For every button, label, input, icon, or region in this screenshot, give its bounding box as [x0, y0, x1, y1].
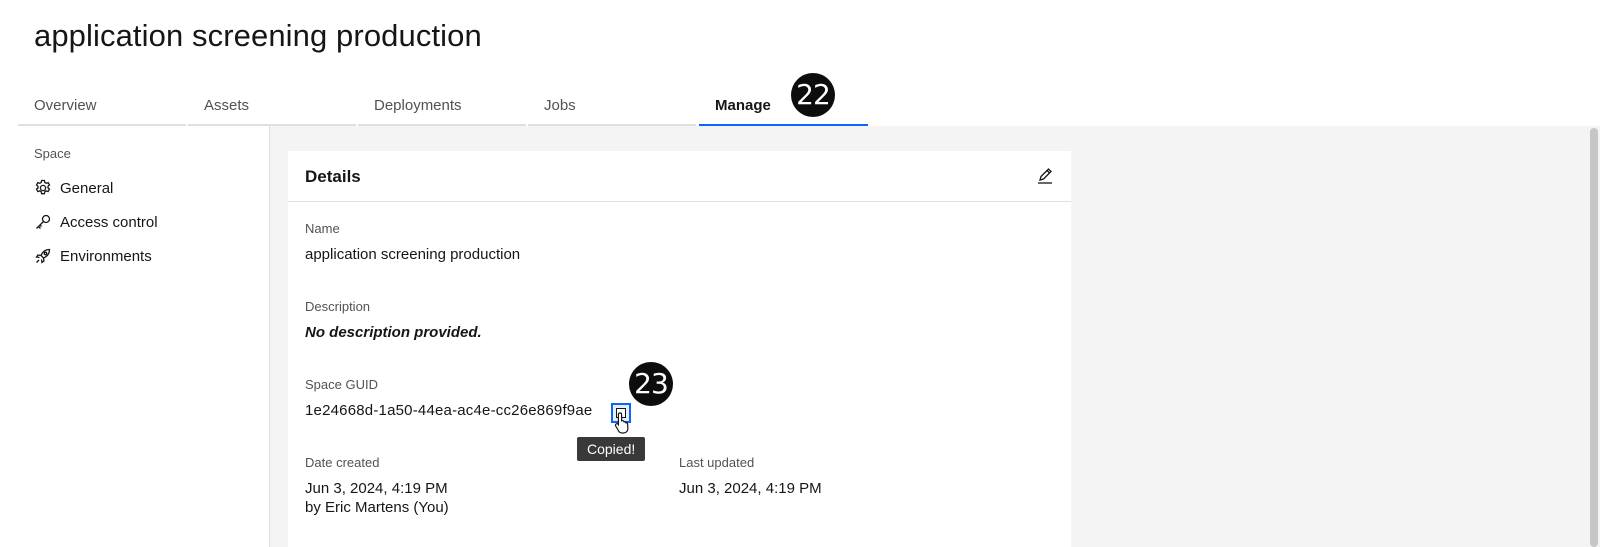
step-badge-23: 23: [629, 362, 673, 406]
step-badge-22: 22: [791, 73, 835, 117]
name-label: Name: [305, 221, 340, 236]
description-label: Description: [305, 299, 371, 314]
date-created-value: Jun 3, 2024, 4:19 PM: [305, 480, 448, 497]
copied-tooltip: Copied!: [577, 437, 646, 461]
gear-icon: [34, 179, 52, 197]
edit-pencil-icon[interactable]: [1035, 166, 1055, 186]
tab-manage[interactable]: Manage: [699, 86, 868, 126]
details-title: Details: [305, 167, 361, 186]
hand-cursor-icon: [614, 412, 629, 434]
guid-value: 1e24668d-1a50-44ea-ac4e-cc26e869f9ae: [305, 402, 593, 419]
sidebar-item-general[interactable]: General: [34, 176, 113, 200]
details-card: Details Name application screening produ…: [288, 151, 1071, 547]
scrollbar[interactable]: [1590, 128, 1598, 547]
last-updated-label: Last updated: [679, 455, 755, 470]
tab-deployments[interactable]: Deployments: [358, 86, 526, 126]
date-created-label: Date created: [305, 455, 380, 470]
tab-assets[interactable]: Assets: [188, 86, 356, 126]
sidebar: Space General Access control Environment…: [0, 126, 270, 547]
sidebar-item-label: General: [60, 179, 114, 197]
content-area: Space General Access control Environment…: [0, 126, 1600, 547]
guid-label: Space GUID: [305, 377, 378, 392]
tab-overview[interactable]: Overview: [18, 86, 186, 126]
last-updated-value: Jun 3, 2024, 4:19 PM: [679, 480, 822, 497]
rocket-icon: [34, 247, 52, 265]
created-by-value: by Eric Martens (You): [305, 499, 449, 516]
tab-jobs[interactable]: Jobs: [528, 86, 696, 126]
sidebar-heading: Space: [34, 146, 71, 161]
sidebar-item-environments[interactable]: Environments: [34, 244, 152, 268]
sidebar-item-label: Access control: [60, 213, 158, 231]
key-icon: [34, 213, 52, 231]
description-value: No description provided.: [305, 324, 482, 341]
details-card-header: Details: [288, 151, 1071, 202]
sidebar-item-access-control[interactable]: Access control: [34, 210, 158, 234]
page-title: application screening production: [34, 18, 482, 53]
sidebar-item-label: Environments: [60, 247, 152, 265]
name-value: application screening production: [305, 246, 521, 263]
